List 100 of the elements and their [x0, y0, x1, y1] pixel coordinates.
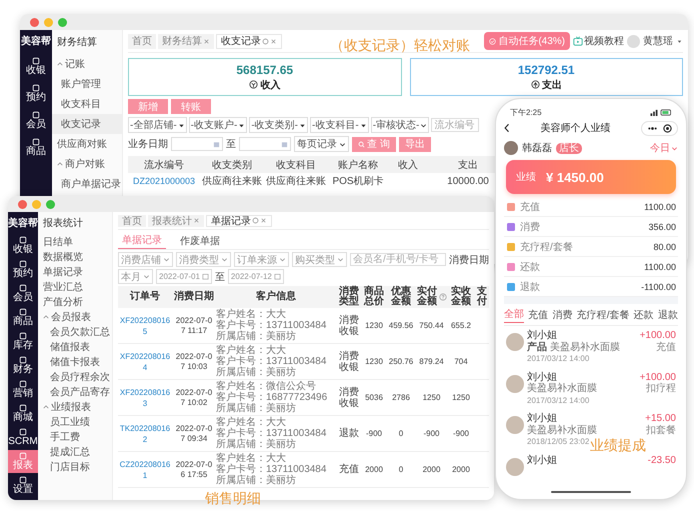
menu-item[interactable]: 会员产品寄存	[38, 384, 112, 399]
menu-item[interactable]: 日结单	[38, 234, 112, 249]
nav-item[interactable]: 会员	[8, 282, 38, 305]
nav-item[interactable]: 预约	[20, 82, 52, 105]
menu-item[interactable]: 会员疗程余次	[38, 369, 112, 384]
table-cell: 消费收银	[338, 314, 360, 336]
menu-item[interactable]: 储值报表	[38, 339, 112, 354]
menu-item[interactable]: 商户单据记录	[52, 174, 122, 194]
menu-item[interactable]: 数据概览	[38, 249, 112, 264]
maximize-button[interactable]	[46, 200, 55, 208]
column-header: 优惠金额	[390, 286, 412, 308]
menu-item[interactable]: 收支科目	[52, 94, 122, 114]
stat-label: 消费	[520, 220, 540, 234]
stat-label: 充疗程/套餐	[520, 240, 573, 254]
close-button[interactable]	[30, 18, 39, 26]
tab[interactable]: 单据记录	[206, 214, 272, 226]
circle-icon	[530, 80, 540, 89]
menu-item[interactable]: 供应商对账	[52, 134, 122, 154]
order-link[interactable]: TK2022080162	[118, 422, 172, 444]
menu-item[interactable]: 单据记录	[38, 264, 112, 279]
menu-item[interactable]: 商户对账	[52, 154, 122, 174]
tab[interactable]: 作废单据	[176, 232, 224, 249]
nav-item[interactable]: 收银	[20, 55, 52, 78]
tab[interactable]: 退款	[658, 307, 678, 323]
minimize-button[interactable]	[32, 200, 41, 208]
tab[interactable]: 充疗程/套餐	[576, 307, 630, 323]
input-field[interactable]: 会员名/手机号/卡号	[350, 253, 446, 266]
maximize-button[interactable]	[58, 18, 67, 26]
close-button[interactable]	[18, 200, 27, 208]
order-link[interactable]: XF2022080164	[118, 350, 172, 372]
select-field[interactable]: -收支账户-	[188, 117, 248, 133]
menu-item[interactable]: 手工费	[38, 429, 112, 444]
close-icon	[270, 38, 277, 44]
back-icon[interactable]	[504, 123, 510, 133]
nav-item[interactable]: 会员	[20, 109, 52, 132]
nav-item[interactable]: 设置	[8, 474, 38, 497]
tab[interactable]: 还款	[634, 307, 654, 323]
table-cell: 1250	[422, 392, 440, 402]
date-field[interactable]	[171, 137, 223, 151]
menu-item[interactable]: 会员报表	[38, 309, 112, 324]
help-icon[interactable]	[439, 293, 447, 301]
tab[interactable]: 消费	[552, 307, 572, 323]
avatar	[506, 374, 524, 392]
avatar[interactable]	[627, 34, 640, 48]
nav-item[interactable]: 收银	[8, 234, 38, 257]
select-field[interactable]: -全部店铺-	[128, 117, 187, 133]
nav-item[interactable]: 商品	[20, 136, 52, 159]
select-field[interactable]: 每页记录	[294, 136, 349, 152]
caret-icon	[178, 122, 185, 128]
item-name: 美盈易补水面膜	[527, 383, 597, 394]
menu-item[interactable]: 营业汇总	[38, 279, 112, 294]
nav-item[interactable]: 商城	[8, 402, 38, 425]
menu-item[interactable]: 收支记录	[52, 114, 122, 134]
order-link[interactable]: XF2022080165	[118, 314, 172, 336]
capsule-button[interactable]	[641, 120, 678, 136]
menu-item[interactable]: 账户管理	[52, 74, 122, 94]
circle-icon	[252, 217, 259, 224]
caret-icon[interactable]	[676, 38, 683, 44]
stat-label: 还款	[520, 260, 540, 274]
menu-item[interactable]: 业绩报表	[38, 399, 112, 414]
column-header: 客户信息	[255, 292, 297, 302]
more-icon[interactable]	[647, 126, 658, 130]
menu-item[interactable]: 储值卡报表	[38, 354, 112, 369]
menu-item[interactable]: 产值分析	[38, 294, 112, 309]
nav-item[interactable]: 商品	[8, 306, 38, 329]
order-link[interactable]: XF2022080163	[118, 386, 172, 408]
select-field[interactable]: -审核状态-	[370, 117, 430, 133]
target-icon[interactable]	[663, 124, 672, 132]
input-field[interactable]: 流水编号	[431, 118, 480, 132]
date-field[interactable]	[239, 137, 291, 151]
table-cell: 1230	[365, 320, 383, 330]
video-link[interactable]: 视频教程	[573, 34, 624, 48]
nav-item[interactable]: 库存	[8, 330, 38, 353]
square-icon	[506, 282, 516, 292]
minimize-button[interactable]	[44, 18, 53, 26]
menu-item[interactable]: 门店目标	[38, 459, 112, 474]
menu-item[interactable]: 员工业绩	[38, 414, 112, 429]
tab[interactable]: 收支记录	[216, 34, 282, 48]
select-field[interactable]: -收支科目-	[310, 117, 369, 133]
order-link[interactable]: CZ2022080161	[118, 458, 172, 480]
amount: 152792.51	[518, 62, 575, 76]
tab[interactable]: 充值	[528, 307, 548, 323]
select-field[interactable]: -收支类别-	[249, 117, 308, 133]
user-name: 韩磊磊	[522, 142, 552, 155]
chevron-icon	[279, 256, 286, 263]
nav-item[interactable]: 营销	[8, 378, 38, 401]
serial-link[interactable]: DZ2021000003	[128, 176, 200, 186]
user-name[interactable]: 黄慧瑶	[643, 34, 673, 48]
nav-item[interactable]: SCRM	[8, 426, 38, 449]
menu-item[interactable]: 记账	[52, 54, 122, 74]
stat-label: 充值	[520, 200, 540, 214]
menu-item[interactable]: 提成汇总	[38, 444, 112, 459]
item-tag: 产品	[527, 342, 547, 353]
stat-value: 356.00	[648, 222, 676, 232]
menu-item[interactable]: 会员欠款汇总	[38, 324, 112, 339]
nav-item[interactable]: 财务	[8, 354, 38, 377]
nav-item[interactable]: 预约	[8, 258, 38, 281]
table-cell: 2000	[365, 464, 383, 474]
table-cell: 1230	[365, 356, 383, 366]
calendar-icon	[213, 140, 220, 148]
